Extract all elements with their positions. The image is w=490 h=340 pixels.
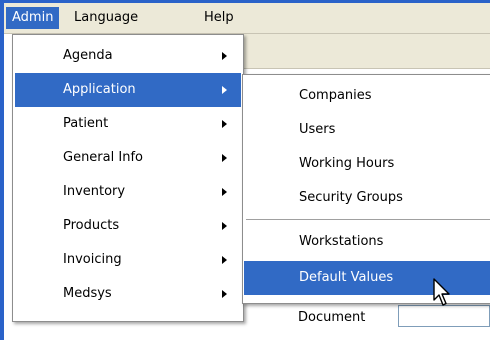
menu-item-general-info[interactable]: General Info [15,141,241,175]
chevron-right-icon [222,86,227,94]
chevron-right-icon [222,188,227,196]
submenu-item-working-hours[interactable]: Working Hours [244,147,490,181]
menu-item-label: Application [63,82,136,97]
menu-separator [246,219,490,221]
document-label: Document [298,310,366,325]
menu-item-label: Inventory [63,184,126,199]
menu-item-invoicing[interactable]: Invoicing [15,243,241,277]
submenu-item-default-values[interactable]: Default Values [244,261,490,295]
toolbar-strip [240,34,490,69]
chevron-right-icon [222,290,227,298]
menu-admin[interactable]: Admin [6,7,60,29]
application-submenu: Companies Users Working Hours Security G… [242,74,490,304]
menu-item-inventory[interactable]: Inventory [15,175,241,209]
menu-language[interactable]: Language [68,7,144,29]
submenu-item-label: Working Hours [299,156,395,171]
menu-item-label: General Info [63,150,143,165]
menu-item-medsys[interactable]: Medsys [15,277,241,311]
menu-item-agenda[interactable]: Agenda [15,39,241,73]
document-field[interactable] [398,305,490,327]
submenu-item-label: Security Groups [299,190,403,205]
chevron-right-icon [222,120,227,128]
submenu-item-companies[interactable]: Companies [244,79,490,113]
chevron-right-icon [222,154,227,162]
submenu-item-label: Default Values [299,270,394,285]
chevron-right-icon [222,256,227,264]
menu-item-label: Products [63,218,120,233]
menu-item-label: Patient [63,116,109,131]
submenu-item-label: Workstations [299,234,384,249]
menu-item-application[interactable]: Application [15,73,241,107]
submenu-item-label: Users [299,122,336,137]
menu-bar: Admin Language Help [4,3,490,34]
menu-help[interactable]: Help [198,7,240,29]
submenu-item-security-groups[interactable]: Security Groups [244,181,490,215]
menu-item-patient[interactable]: Patient [15,107,241,141]
chevron-right-icon [222,222,227,230]
admin-menu: Agenda Application Patient General Info … [12,34,244,322]
chevron-right-icon [222,52,227,60]
submenu-item-users[interactable]: Users [244,113,490,147]
menu-item-label: Invoicing [63,252,122,267]
submenu-item-workstations[interactable]: Workstations [244,225,490,259]
menu-item-label: Agenda [63,48,113,63]
menu-item-label: Medsys [63,286,112,301]
submenu-item-label: Companies [299,88,372,103]
menu-item-products[interactable]: Products [15,209,241,243]
mouse-pointer-icon [433,278,450,306]
